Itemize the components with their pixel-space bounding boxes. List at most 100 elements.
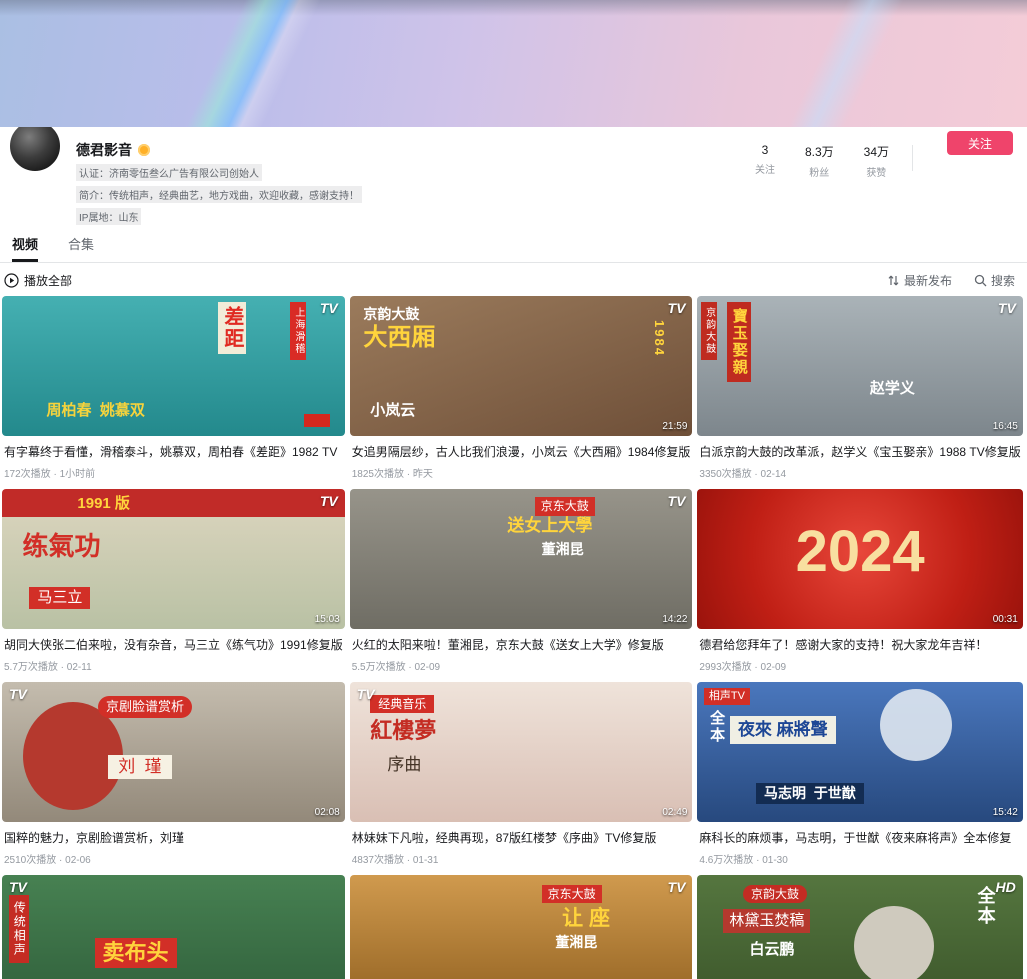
video-duration: 02:49 [662, 807, 687, 818]
view-count: 1825次播放 [352, 469, 404, 480]
stat-likes[interactable]: 34万 获赞 [849, 143, 904, 179]
video-card[interactable]: 差距上海滑稽周柏春 姚慕双TV 有字幕终于看懂，滑稽泰斗，姚慕双，周柏春《差距》… [2, 296, 345, 480]
stat-following[interactable]: 3 关注 [740, 143, 790, 176]
follow-button[interactable]: 关注 [947, 131, 1013, 155]
meta-separator: · [56, 855, 65, 866]
thumb-label: 寶玉娶親 [727, 302, 751, 382]
video-title[interactable]: 白派京韵大鼓的改革派，赵学义《宝玉娶亲》1988 TV修复版 [699, 443, 1020, 460]
video-toolbar: 播放全部 最新发布 搜索 [0, 263, 1027, 296]
profile-info: 德君影音 认证：济南零伍叁么广告有限公司创始人 简介：传统相声，经典曲艺，地方戏… [76, 127, 740, 226]
stat-followers[interactable]: 8.3万 粉丝 [790, 143, 849, 179]
video-thumbnail[interactable]: 经典音乐紅樓夢序曲TV02:49 [350, 682, 693, 822]
thumb-label: 序曲 [387, 755, 421, 775]
video-card[interactable]: 寶玉娶親京韵大鼓赵学义TV16:45 白派京韵大鼓的改革派，赵学义《宝玉娶亲》1… [697, 296, 1022, 480]
video-meta: 4.6万次播放 · 01-30 [699, 851, 1020, 866]
meta-separator: · [406, 662, 415, 673]
video-duration: 02:08 [315, 807, 340, 818]
video-card[interactable]: 传统相声卖布头于宝林 冯宝华TV12:00 目前最清晰的版本啦，于宝林，冯宝华《… [2, 875, 345, 979]
tab-videos[interactable]: 视频 [12, 234, 38, 262]
video-title[interactable]: 女追男隔层纱，古人比我们浪漫，小岚云《大西厢》1984修复版 [352, 443, 691, 460]
publish-date: 02-09 [415, 662, 441, 673]
thumb-shape [304, 414, 330, 427]
thumb-shape [854, 906, 934, 979]
video-title[interactable]: 有字幕终于看懂，滑稽泰斗，姚慕双，周柏春《差距》1982 TV [4, 443, 343, 460]
view-count: 2993次播放 [699, 662, 751, 673]
profile-stats: 3 关注 8.3万 粉丝 34万 获赞 [740, 127, 921, 179]
publish-date: 02-14 [761, 469, 787, 480]
thumb-label: 大西厢 [363, 324, 435, 353]
thumb-label: 京东大鼓 [535, 497, 595, 515]
video-title[interactable]: 林妹妹下凡啦，经典再现，87版红楼梦《序曲》TV修复版 [352, 829, 691, 846]
thumb-label: 1991 版 [77, 495, 130, 513]
video-thumbnail[interactable]: 京韵大鼓林黛玉焚稿白云鹏全本HD06:16 [697, 875, 1022, 979]
view-count: 5.5万次播放 [352, 662, 406, 673]
video-thumbnail[interactable]: 传统相声卖布头于宝林 冯宝华TV12:00 [2, 875, 345, 979]
view-count: 2510次播放 [4, 855, 56, 866]
hd-badge: HD [996, 879, 1016, 895]
thumb-label: 董湘昆 [542, 541, 584, 558]
video-card[interactable]: 京东大鼓让 座董湘昆TV03:54 异性相吸，态度截然不同，董湘昆-京东大鼓《让… [350, 875, 693, 979]
search-icon [974, 274, 987, 287]
video-card[interactable]: 京韵大鼓大西厢小岚云1984TV21:59 女追男隔层纱，古人比我们浪漫，小岚云… [350, 296, 693, 480]
video-duration: 14:22 [662, 614, 687, 625]
video-thumbnail[interactable]: 京剧脸谱赏析刘 瑾TV02:08 [2, 682, 345, 822]
view-count: 4.6万次播放 [699, 855, 753, 866]
thumb-label: 夜來 麻將聲 [730, 716, 836, 744]
view-count: 4837次播放 [352, 855, 404, 866]
video-card[interactable]: 经典音乐紅樓夢序曲TV02:49 林妹妹下凡啦，经典再现，87版红楼梦《序曲》T… [350, 682, 693, 866]
video-thumbnail[interactable]: 差距上海滑稽周柏春 姚慕双TV [2, 296, 345, 436]
publish-date: 昨天 [413, 469, 433, 480]
video-title[interactable]: 火红的太阳来啦！董湘昆，京东大鼓《送女上大学》修复版 [352, 636, 691, 653]
video-meta: 2993次播放 · 02-09 [699, 658, 1020, 673]
thumb-label: 马志明 于世猷 [756, 783, 864, 804]
sort-icon [887, 274, 900, 287]
video-title[interactable]: 麻科长的麻烦事，马志明，于世猷《夜来麻将声》全本修复 [699, 829, 1020, 846]
play-all-button[interactable]: 播放全部 [4, 272, 72, 289]
meta-separator: · [404, 469, 413, 480]
view-count: 172次播放 [4, 469, 51, 480]
search-button[interactable]: 搜索 [974, 272, 1015, 289]
video-thumbnail[interactable]: 相声TV全本夜來 麻將聲马志明 于世猷15:42 [697, 682, 1022, 822]
thumb-label: 送女上大學 [507, 516, 592, 536]
tab-collections[interactable]: 合集 [68, 234, 94, 262]
video-card[interactable]: 1991 版练氣功马三立TV15:03 胡同大侠张二伯来啦，没有杂音，马三立《练… [2, 489, 345, 673]
video-card[interactable]: 京剧脸谱赏析刘 瑾TV02:08 国粹的魅力，京剧脸谱赏析，刘瑾 2510次播放… [2, 682, 345, 866]
thumb-label: 经典音乐 [370, 695, 434, 713]
thumb-label: 全本 [707, 710, 725, 744]
banner-light-streak-2 [640, 0, 1027, 127]
video-thumbnail[interactable]: 202400:31 [697, 489, 1022, 629]
thumb-label: 传统相声 [9, 895, 29, 963]
tv-badge: TV [320, 300, 338, 316]
video-thumbnail[interactable]: 京东大鼓送女上大學董湘昆TV14:22 [350, 489, 693, 629]
video-thumbnail[interactable]: 京韵大鼓大西厢小岚云1984TV21:59 [350, 296, 693, 436]
video-meta: 5.5万次播放 · 02-09 [352, 658, 691, 673]
sort-button[interactable]: 最新发布 [887, 272, 952, 289]
thumb-label: 练氣功 [23, 531, 101, 562]
video-duration: 15:03 [315, 614, 340, 625]
video-thumbnail[interactable]: 1991 版练氣功马三立TV15:03 [2, 489, 345, 629]
video-card[interactable]: 京东大鼓送女上大學董湘昆TV14:22 火红的太阳来啦！董湘昆，京东大鼓《送女上… [350, 489, 693, 673]
thumb-label: 相声TV [704, 688, 750, 705]
video-meta: 5.7万次播放 · 02-11 [4, 658, 343, 673]
thumb-label: 全本 [974, 886, 996, 926]
tab-bar: 视频 合集 [0, 226, 1027, 263]
profile-header: 德君影音 认证：济南零伍叁么广告有限公司创始人 简介：传统相声，经典曲艺，地方戏… [0, 127, 1027, 226]
publish-date: 01-31 [413, 855, 439, 866]
video-title[interactable]: 国粹的魅力，京剧脸谱赏析，刘瑾 [4, 829, 343, 846]
avatar[interactable] [8, 119, 62, 173]
thumb-label: 林黛玉焚稿 [723, 909, 810, 933]
publish-date: 01-30 [762, 855, 788, 866]
video-card[interactable]: 202400:31 德君给您拜年了！感谢大家的支持！祝大家龙年吉祥！ 2993次… [697, 489, 1022, 673]
video-thumbnail[interactable]: 京东大鼓让 座董湘昆TV03:54 [350, 875, 693, 979]
video-card[interactable]: 相声TV全本夜來 麻將聲马志明 于世猷15:42 麻科长的麻烦事，马志明，于世猷… [697, 682, 1022, 866]
video-card[interactable]: 京韵大鼓林黛玉焚稿白云鹏全本HD06:16 少马爷模仿的原版来啦，白云鹏《林黛玉… [697, 875, 1022, 979]
video-thumbnail[interactable]: 寶玉娶親京韵大鼓赵学义TV16:45 [697, 296, 1022, 436]
video-title[interactable]: 胡同大侠张二伯来啦，没有杂音，马三立《练气功》1991修复版 [4, 636, 343, 653]
meta-separator: · [404, 855, 413, 866]
thumb-label: 小岚云 [370, 402, 415, 420]
meta-separator: · [51, 469, 60, 480]
video-title[interactable]: 德君给您拜年了！感谢大家的支持！祝大家龙年吉祥！ [699, 636, 1020, 653]
thumb-label: 白云鹏 [749, 941, 794, 959]
tv-badge: TV [320, 493, 338, 509]
username[interactable]: 德君影音 [76, 140, 132, 160]
